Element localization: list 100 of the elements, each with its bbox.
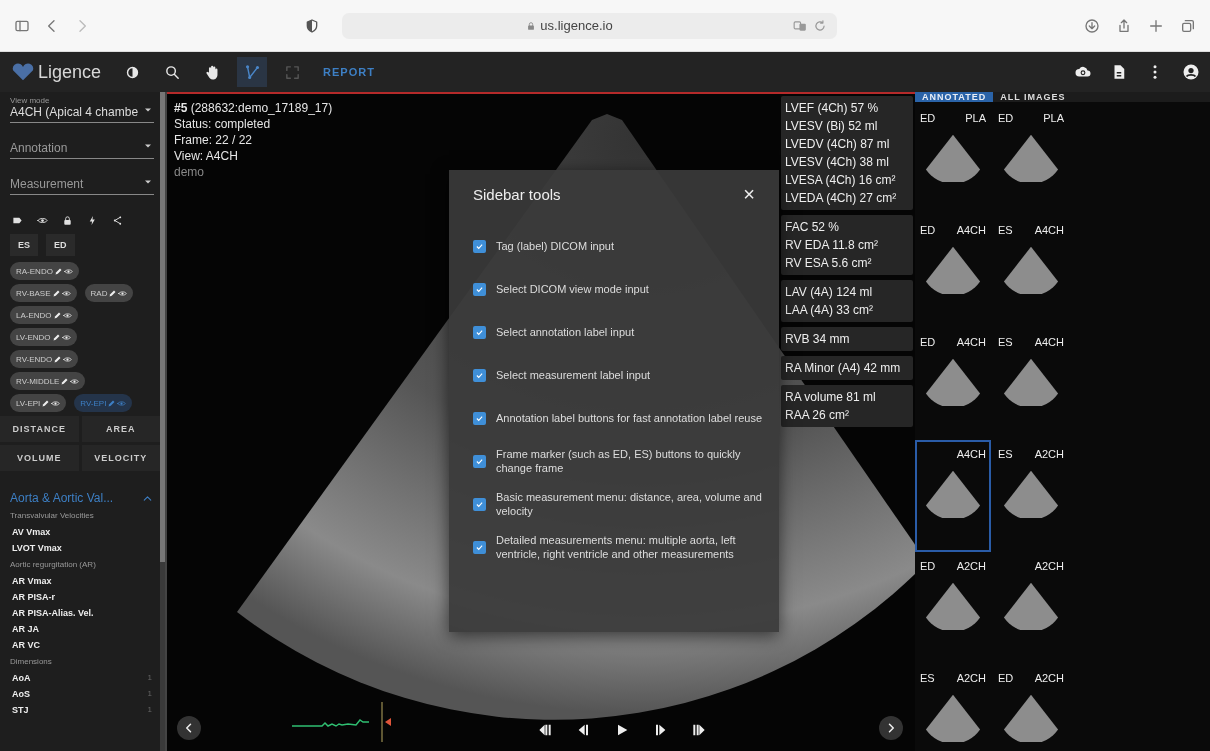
share-icon[interactable] xyxy=(1116,17,1132,34)
measurement-item[interactable]: AoS xyxy=(12,689,30,699)
measurement-type-button[interactable]: DISTANCE xyxy=(0,416,79,442)
eye-icon[interactable] xyxy=(37,215,48,226)
measurement-item[interactable]: AoA xyxy=(12,673,31,683)
group-heading: Dimensions xyxy=(10,657,53,666)
dialog-title: Sidebar tools xyxy=(473,185,561,203)
measurement-item[interactable]: STJ xyxy=(12,705,29,715)
polyline-tool-button[interactable] xyxy=(237,57,268,87)
checkbox[interactable] xyxy=(473,239,486,253)
checkbox[interactable] xyxy=(473,368,486,382)
annotation-label-chip[interactable]: LV-ENDO xyxy=(10,328,77,346)
scrollbar-thumb[interactable] xyxy=(160,92,165,562)
image-thumbnail[interactable]: ED A2CH xyxy=(915,552,991,664)
eye-icon[interactable] xyxy=(118,288,128,298)
annotation-select[interactable]: Annotation xyxy=(10,131,154,159)
measurement-type-button[interactable]: VELOCITY xyxy=(81,445,160,471)
pencil-icon[interactable] xyxy=(60,376,70,386)
pencil-icon[interactable] xyxy=(53,266,63,276)
annotation-label-chip[interactable]: RV-BASE xyxy=(10,284,77,302)
checkbox[interactable] xyxy=(473,454,486,468)
annotation-label-chip[interactable]: RV-ENDO xyxy=(10,350,79,368)
measurement-item[interactable]: AR PISA-Alias. Vel. xyxy=(12,608,94,618)
account-icon[interactable] xyxy=(1182,63,1200,81)
image-thumbnail[interactable]: ED A4CH xyxy=(915,328,991,440)
image-thumbnail[interactable]: ED PLA xyxy=(915,104,991,216)
measurement-result-text: LAA (4A) 33 cm² xyxy=(785,302,875,319)
pencil-icon[interactable] xyxy=(53,354,63,364)
option-label: Select measurement label input xyxy=(496,368,651,382)
image-thumbnail[interactable]: ED PLA xyxy=(993,104,1069,216)
eye-icon[interactable] xyxy=(63,266,73,276)
tag-icon[interactable] xyxy=(12,215,23,226)
polyline-icon xyxy=(243,63,261,81)
close-button[interactable]: × xyxy=(743,184,755,204)
measurement-item[interactable]: AR JA xyxy=(12,624,39,634)
frame-marker-text: ED xyxy=(920,224,936,236)
pencil-icon[interactable] xyxy=(51,288,61,298)
shield-icon[interactable] xyxy=(304,17,320,34)
checkbox[interactable] xyxy=(473,497,486,511)
lock-icon[interactable] xyxy=(62,215,73,226)
ultrasound-thumbnail-drawing xyxy=(924,580,982,630)
checkbox[interactable] xyxy=(473,411,486,425)
image-thumbnail[interactable]: A2CH xyxy=(993,552,1069,664)
image-thumbnail[interactable]: ES A2CH xyxy=(915,664,991,751)
frame-marker-button[interactable]: ED xyxy=(46,234,75,256)
measurement-result-text: LVEDV (4Ch) 87 ml xyxy=(785,136,891,153)
eye-icon[interactable] xyxy=(70,376,80,386)
pencil-icon[interactable] xyxy=(108,288,118,298)
pencil-icon[interactable] xyxy=(41,398,51,408)
zoom-icon xyxy=(163,63,181,81)
image-thumbnail[interactable]: A4CH xyxy=(915,440,991,552)
checkbox[interactable] xyxy=(473,325,486,339)
measurement-type-button[interactable]: AREA xyxy=(81,416,160,442)
measurement-select[interactable]: Measurement xyxy=(10,167,154,195)
image-thumbnail[interactable]: ED A2CH xyxy=(993,664,1069,751)
measurement-result-text: FAC 52 % xyxy=(785,219,841,236)
measurement-result-text: LVEDA (4Ch) 27 cm² xyxy=(785,190,898,207)
report-button[interactable]: REPORT xyxy=(317,65,381,79)
checkmark-icon xyxy=(475,327,484,337)
section-header[interactable]: Aorta & Aortic Val... xyxy=(10,491,154,505)
view-label-text: A4CH xyxy=(1034,224,1064,236)
annotation-label-chip[interactable]: RA-ENDO xyxy=(10,262,79,280)
measurement-type-button[interactable]: VOLUME xyxy=(0,445,79,471)
download-icon[interactable] xyxy=(1084,17,1100,34)
view-mode-select[interactable]: View mode A4CH (Apical 4 chambe xyxy=(10,92,154,123)
image-thumbnail[interactable]: ED A4CH xyxy=(915,216,991,328)
checkmark-icon xyxy=(475,370,484,380)
image-info-text: Status: completed xyxy=(174,116,272,132)
view-label-text: A2CH xyxy=(956,560,986,572)
image-info-text: Frame: 22 / 22 xyxy=(174,132,254,148)
previous-image-button[interactable] xyxy=(177,716,201,740)
frame-marker-button[interactable]: ES xyxy=(10,234,38,256)
annotation-label-chip[interactable]: LA-ENDO xyxy=(10,306,78,324)
measurement-item[interactable]: AR PISA-r xyxy=(12,592,55,602)
option-label: Tag (label) DICOM input xyxy=(496,239,614,253)
gallery-tab[interactable]: ANNOTATED xyxy=(915,92,994,102)
measurement-item[interactable]: AR Vmax xyxy=(12,576,52,586)
measurement-item[interactable]: AR VC xyxy=(12,640,40,650)
gallery-tab[interactable]: ALL IMAGES xyxy=(993,92,1073,102)
pencil-icon[interactable] xyxy=(52,310,62,320)
checkmark-icon xyxy=(475,542,484,552)
annotation-label-chip[interactable]: LV-EPI xyxy=(10,394,67,412)
checkbox[interactable] xyxy=(473,282,486,296)
checkbox[interactable] xyxy=(473,540,486,554)
tabs-icon[interactable] xyxy=(1180,17,1196,34)
image-thumbnail[interactable]: ES A2CH xyxy=(993,440,1069,552)
option-label: Detailed measurements menu: multiple aorta, left ventricle, right ventricle and other measurements xyxy=(496,533,737,561)
annotation-label-chip[interactable]: RV-MIDDLE xyxy=(10,372,86,390)
image-thumbnail[interactable]: ES A4CH xyxy=(993,328,1069,440)
measurement-item[interactable]: LVOT Vmax xyxy=(12,543,62,553)
measurement-item[interactable]: AV Vmax xyxy=(12,527,51,537)
view-label-text: A4CH xyxy=(956,224,986,236)
annotation-label-chip[interactable]: RAD xyxy=(84,284,134,302)
branch-icon[interactable] xyxy=(112,215,123,226)
image-thumbnail[interactable]: ES A4CH xyxy=(993,216,1069,328)
plus-icon[interactable] xyxy=(1148,17,1164,34)
next-image-button[interactable] xyxy=(879,716,903,740)
pencil-icon[interactable] xyxy=(51,332,61,342)
eye-icon[interactable] xyxy=(51,398,61,408)
eye-icon[interactable] xyxy=(63,354,73,364)
